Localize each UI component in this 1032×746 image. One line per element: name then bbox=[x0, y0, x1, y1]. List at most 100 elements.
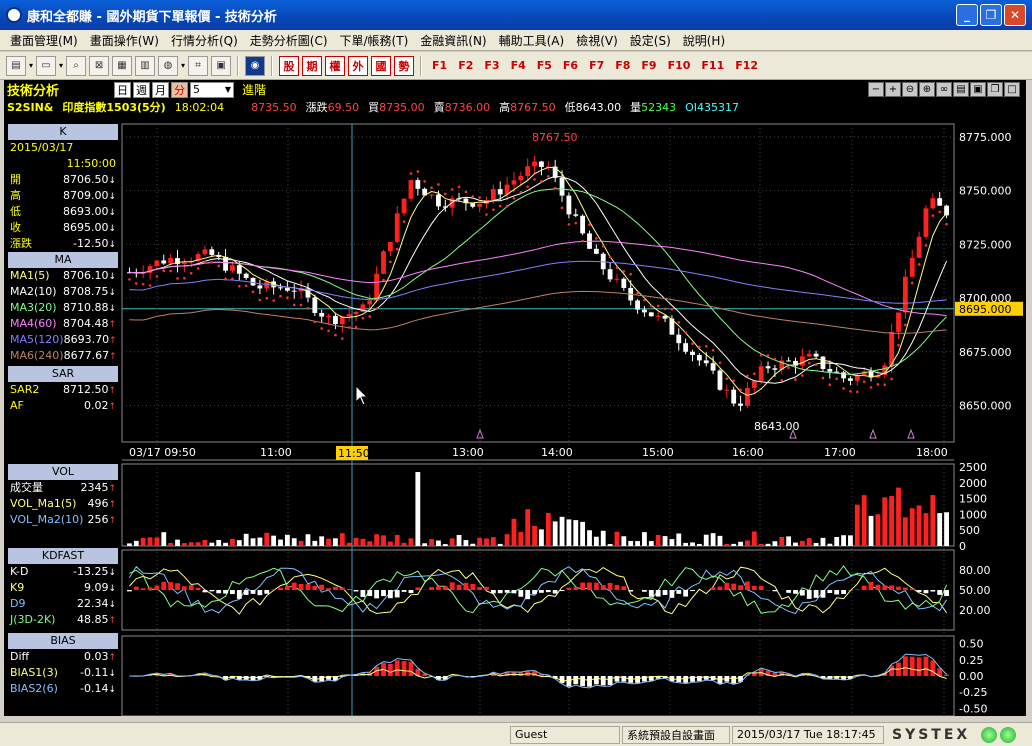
options-button[interactable]: 權 bbox=[325, 55, 346, 76]
volume-bar bbox=[930, 495, 936, 546]
period-month[interactable]: 月 bbox=[152, 81, 169, 98]
volume-bar bbox=[552, 521, 558, 546]
candle-body bbox=[690, 351, 695, 355]
ma-row-value: 8693.70 bbox=[63, 333, 110, 346]
maximize-button[interactable]: ❐ bbox=[980, 4, 1002, 26]
f5-key[interactable]: F5 bbox=[533, 59, 556, 72]
sar-dot bbox=[588, 223, 591, 226]
kd-bar bbox=[593, 582, 599, 590]
logo-icon[interactable]: ◉ bbox=[245, 55, 266, 76]
f3-key[interactable]: F3 bbox=[480, 59, 503, 72]
plus-icon[interactable]: + bbox=[885, 82, 901, 97]
sar-dot bbox=[732, 379, 735, 382]
menu-settings[interactable]: 設定(S) bbox=[624, 32, 677, 49]
bias-bar bbox=[717, 676, 723, 684]
stock-button[interactable]: 股 bbox=[279, 55, 300, 76]
f1-key[interactable]: F1 bbox=[428, 59, 451, 72]
menu-financial-info[interactable]: 金融資訊(N) bbox=[414, 32, 492, 49]
f6-key[interactable]: F6 bbox=[559, 59, 582, 72]
advanced-button[interactable]: 進階 bbox=[242, 81, 266, 98]
minimize-button[interactable]: _ bbox=[956, 4, 978, 26]
f4-key[interactable]: F4 bbox=[507, 59, 530, 72]
kd-bar bbox=[559, 590, 565, 592]
menu-screen-manage[interactable]: 畫面管理(M) bbox=[4, 32, 84, 49]
kd-bar bbox=[607, 582, 613, 590]
kd-bar bbox=[140, 588, 146, 590]
bias-bar bbox=[230, 676, 235, 679]
f12-key[interactable]: F12 bbox=[731, 59, 762, 72]
candle-body bbox=[937, 198, 943, 206]
restore-icon[interactable]: ❐ bbox=[987, 82, 1003, 97]
chart-icon[interactable]: ▤ bbox=[6, 55, 26, 76]
f8-key[interactable]: F8 bbox=[611, 59, 634, 72]
book-icon[interactable]: ▥ bbox=[135, 55, 156, 76]
arrow-up-icon: ↑ bbox=[108, 653, 116, 663]
menu-tools[interactable]: 輔助工具(A) bbox=[493, 32, 571, 49]
futures-button[interactable]: 期 bbox=[302, 55, 323, 76]
f11-key[interactable]: F11 bbox=[697, 59, 728, 72]
period-week[interactable]: 週 bbox=[133, 81, 150, 98]
volume-bar bbox=[944, 512, 949, 546]
monitor-icon[interactable]: ▭ bbox=[36, 55, 57, 76]
close-window-icon[interactable]: ⊠ bbox=[89, 55, 110, 76]
sar-dot bbox=[663, 307, 667, 311]
volume-bar bbox=[429, 539, 434, 546]
kd-bar bbox=[573, 587, 579, 590]
zoom-out-icon[interactable]: ⊖ bbox=[902, 82, 918, 97]
bias-bar bbox=[326, 676, 331, 680]
kd-tick-label: 50.00 bbox=[959, 584, 991, 597]
sar-dot bbox=[485, 213, 488, 216]
menu-help[interactable]: 說明(H) bbox=[677, 32, 731, 49]
globe-icon[interactable]: ◍ bbox=[158, 55, 179, 76]
kd-bar bbox=[854, 589, 860, 590]
sar-dot bbox=[347, 326, 351, 329]
minus-icon[interactable]: − bbox=[868, 82, 884, 97]
f2-key[interactable]: F2 bbox=[454, 59, 477, 72]
volume-bar bbox=[834, 536, 840, 546]
menu-trend-chart[interactable]: 走勢分析圖(C) bbox=[244, 32, 334, 49]
sar-dot bbox=[224, 277, 227, 281]
volume-bar bbox=[662, 536, 668, 546]
sar-dot bbox=[313, 320, 317, 324]
menu-order-account[interactable]: 下單/帳務(T) bbox=[334, 32, 415, 49]
screen-icon[interactable]: ▣ bbox=[211, 55, 232, 76]
volume-bar bbox=[580, 521, 586, 546]
kd-bar bbox=[490, 590, 496, 594]
change-label: 漲跌 bbox=[305, 101, 328, 114]
menu-quote-analysis[interactable]: 行情分析(Q) bbox=[165, 32, 244, 49]
national-button[interactable]: 國 bbox=[371, 55, 392, 76]
interval-select[interactable]: 5 ▼ bbox=[190, 81, 234, 98]
menu-view[interactable]: 檢視(V) bbox=[570, 32, 624, 49]
save-icon[interactable]: ▣ bbox=[970, 82, 986, 97]
chart-canvas[interactable]: 8775.000 8750.000 8725.000 8700.000 8675.000… bbox=[4, 80, 1026, 716]
kd-row-value-group: 9.09↓ bbox=[84, 580, 116, 596]
low-group: 低8643.00 bbox=[565, 99, 622, 115]
sar-dot bbox=[189, 271, 193, 275]
link-icon[interactable]: ⌗ bbox=[188, 55, 209, 76]
bias-bar bbox=[696, 676, 702, 682]
trend-button[interactable]: 勢 bbox=[394, 55, 415, 76]
sar-dot bbox=[704, 344, 708, 348]
print-icon[interactable]: ▤ bbox=[953, 82, 969, 97]
calculator-icon[interactable]: ▦ bbox=[112, 55, 133, 76]
vol-row-value: 256 bbox=[87, 513, 109, 526]
foreign-button[interactable]: 外 bbox=[348, 55, 369, 76]
f9-key[interactable]: F9 bbox=[637, 59, 660, 72]
volume-bar bbox=[436, 540, 441, 546]
kd-bar bbox=[161, 581, 167, 590]
link-icon[interactable]: ∞ bbox=[936, 82, 952, 97]
period-minute[interactable]: 分 bbox=[171, 81, 188, 98]
sar-dot bbox=[931, 214, 935, 217]
kd-panel-title: KDFAST bbox=[8, 548, 118, 564]
kd-bar bbox=[902, 587, 908, 590]
f10-key[interactable]: F10 bbox=[664, 59, 695, 72]
f7-key[interactable]: F7 bbox=[585, 59, 608, 72]
search-icon[interactable]: ⌕ bbox=[66, 55, 87, 76]
menu-screen-operate[interactable]: 畫面操作(W) bbox=[84, 32, 165, 49]
zoom-in-icon[interactable]: ⊕ bbox=[919, 82, 935, 97]
period-day[interactable]: 日 bbox=[114, 81, 131, 98]
maximize-icon[interactable]: □ bbox=[1004, 82, 1020, 97]
close-button[interactable]: ✕ bbox=[1004, 4, 1026, 26]
volume-bar bbox=[600, 530, 606, 546]
kd-row-value: -13.25 bbox=[72, 565, 109, 578]
